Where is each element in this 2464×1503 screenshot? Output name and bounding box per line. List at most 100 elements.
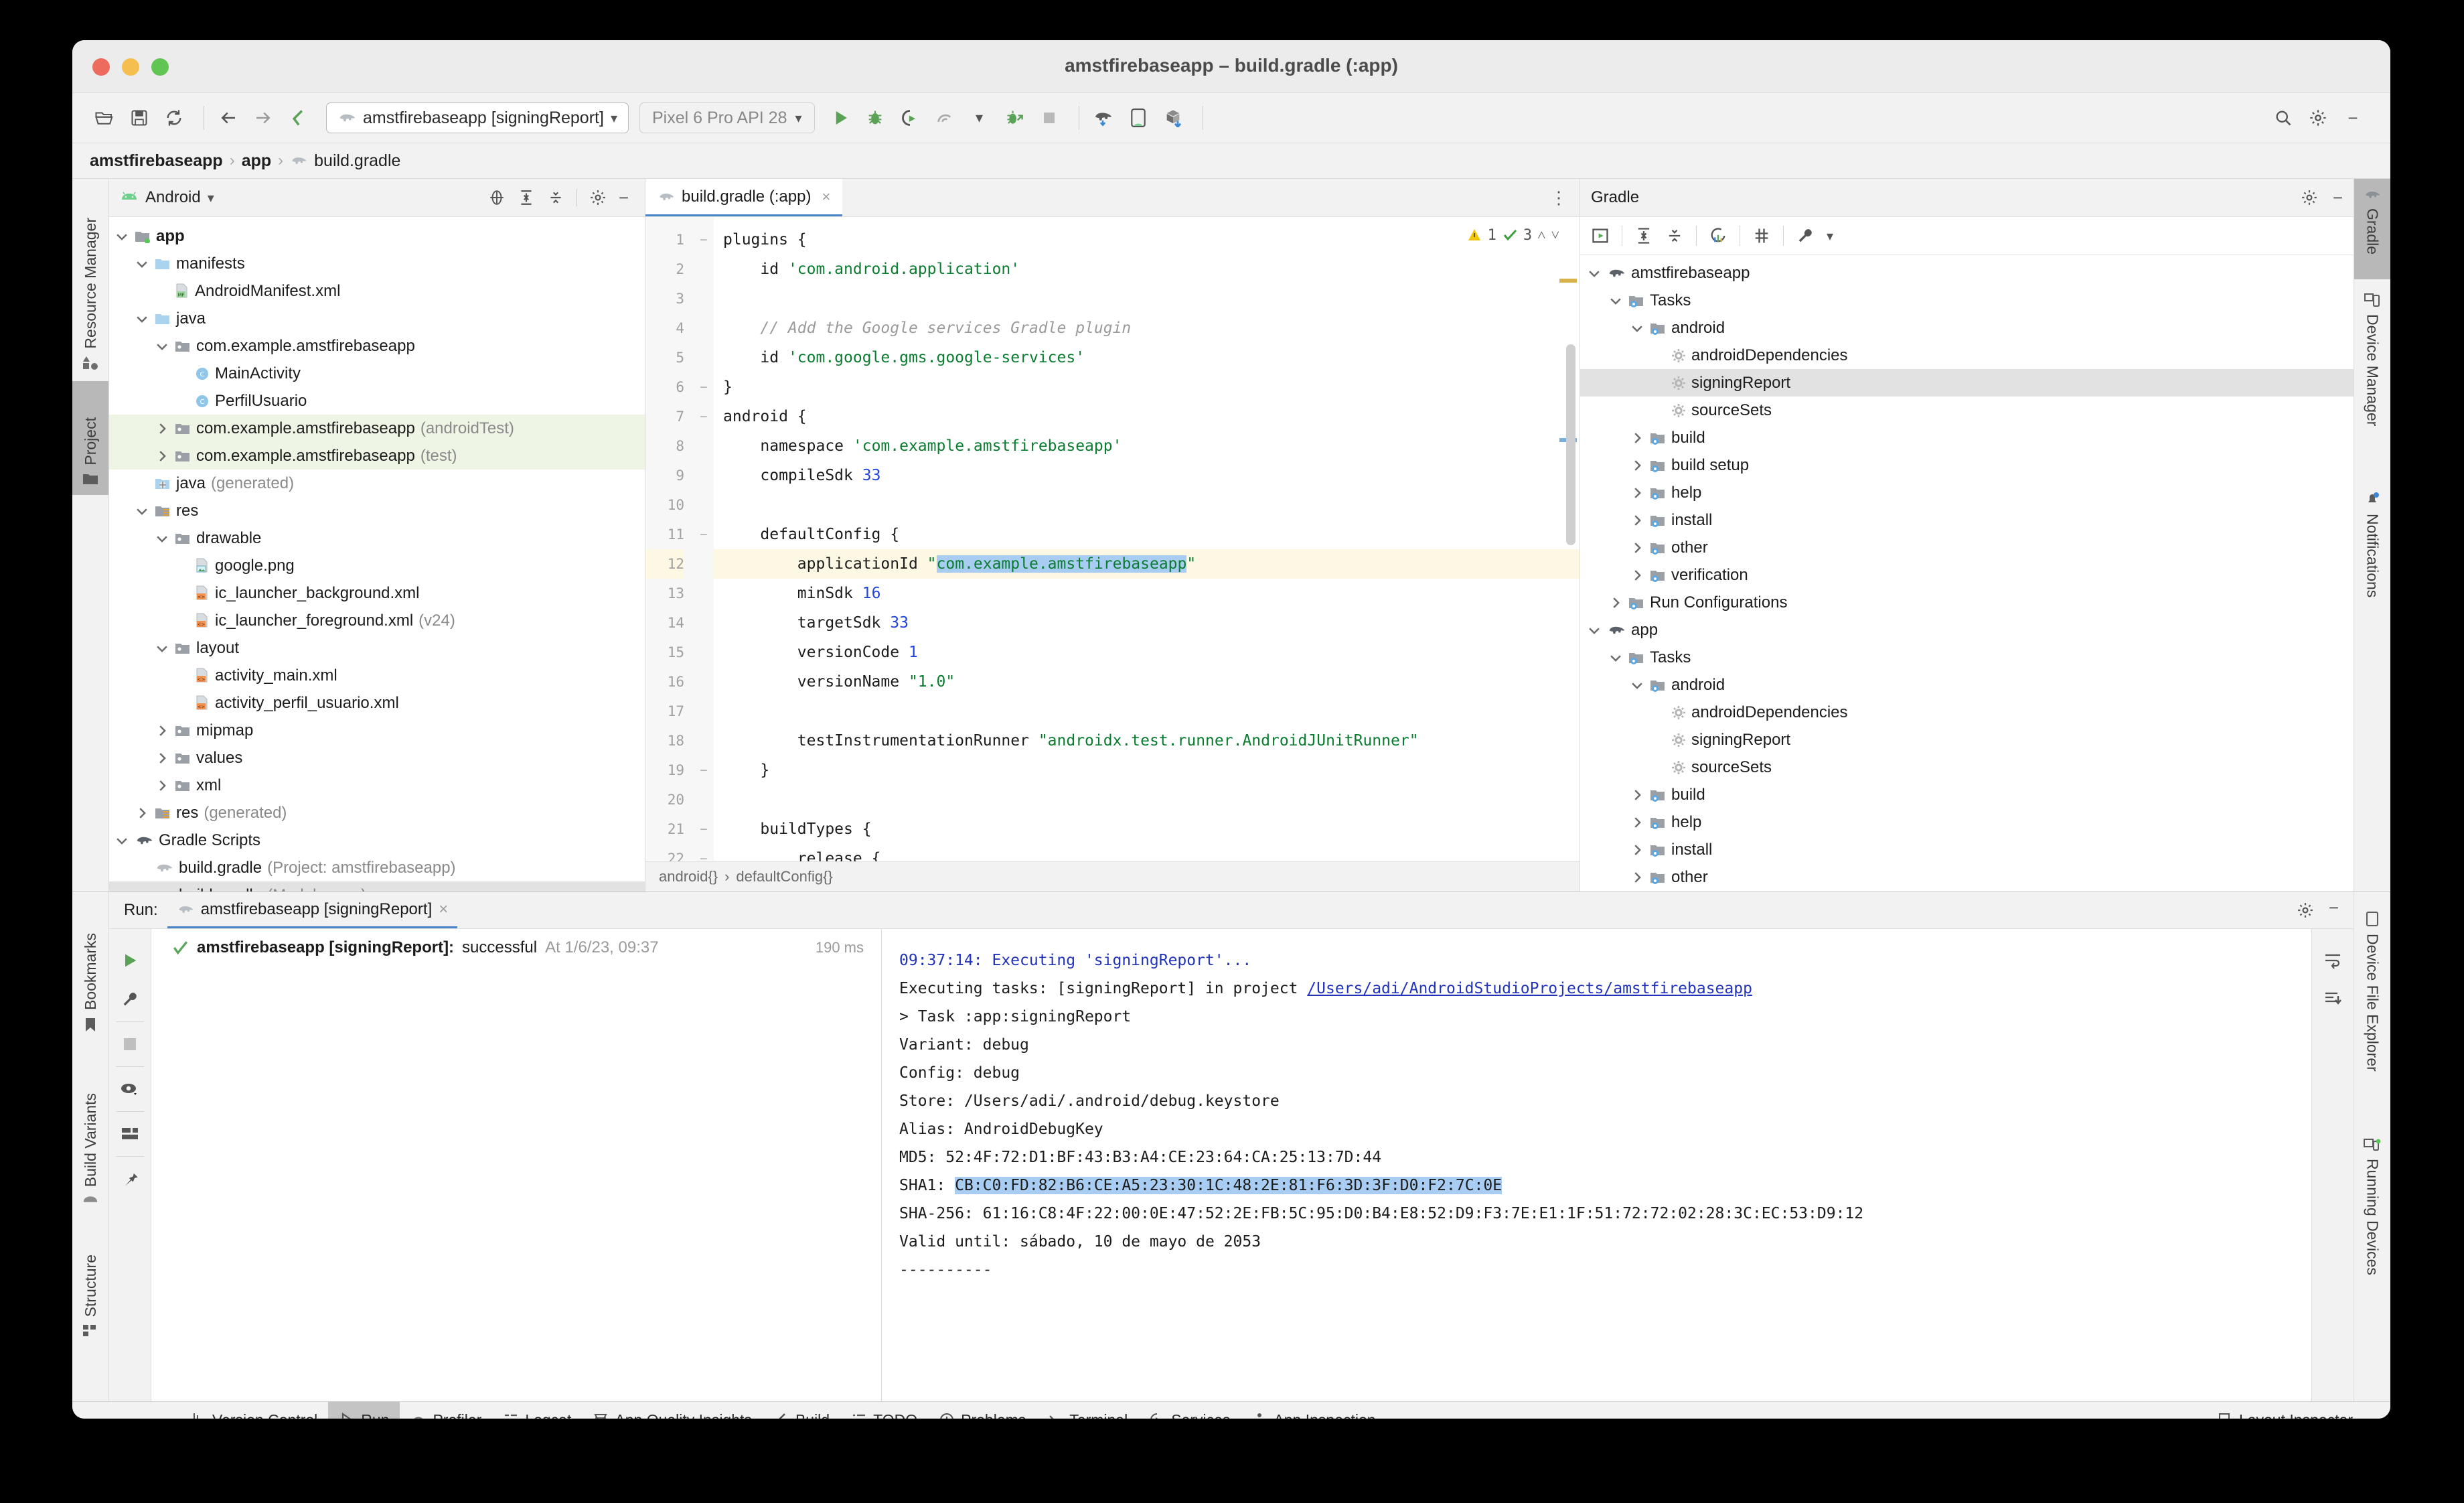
gradle-tree-item[interactable]: sourceSets	[1580, 397, 2354, 424]
attach-debugger-icon[interactable]	[1000, 103, 1029, 133]
code-line[interactable]: applicationId "com.example.amstfirebasea…	[714, 549, 1580, 579]
stop-icon[interactable]	[1034, 103, 1064, 133]
code-line[interactable]: buildTypes {	[714, 814, 1580, 844]
gradle-tree-item[interactable]: install	[1580, 836, 2354, 863]
gradle-task-tree[interactable]: amstfirebaseapp Tasks android androidDepend…	[1580, 255, 2354, 891]
tool-tab-app-quality-insights[interactable]: App Quality Insights	[582, 1402, 763, 1419]
sidebar-item-structure[interactable]: Structure	[72, 1220, 108, 1348]
chevron-right-icon[interactable]	[1630, 513, 1644, 528]
stop-icon[interactable]	[109, 1025, 151, 1064]
save-icon[interactable]	[125, 103, 154, 133]
sidebar-item-device-manager[interactable]: Device Manager	[2354, 283, 2390, 478]
chevron-right-icon[interactable]	[1630, 815, 1644, 830]
wrench-icon[interactable]	[109, 980, 151, 1019]
wrap-text-icon[interactable]	[2312, 941, 2354, 980]
chevron-right-icon[interactable]	[1630, 843, 1644, 857]
gradle-tree-item[interactable]: android	[1580, 314, 2354, 342]
chevron-right-icon[interactable]	[155, 449, 169, 463]
close-icon[interactable]: ×	[439, 900, 448, 919]
tool-tab-run[interactable]: Run	[328, 1402, 400, 1419]
hide-icon[interactable]: −	[619, 189, 629, 206]
code-line[interactable]: targetSdk 33	[714, 608, 1580, 638]
sidebar-item-device-file-explorer[interactable]: Device File Explorer	[2354, 902, 2390, 1123]
gradle-tree-item[interactable]: Tasks	[1580, 287, 2354, 314]
chevron-down-icon[interactable]: ▾	[208, 190, 214, 206]
expand-all-icon[interactable]	[1634, 226, 1653, 245]
run-coverage-icon[interactable]	[895, 103, 925, 133]
execute-gradle-task-icon[interactable]	[1591, 226, 1610, 245]
project-tree-item[interactable]: Gradle Scripts	[109, 827, 645, 854]
build-tools-wrench-icon[interactable]	[1796, 226, 1815, 245]
chevron-down-icon[interactable]	[114, 833, 129, 848]
run-tab[interactable]: amstfirebaseapp [signingReport] ×	[167, 892, 458, 928]
console-selected-text[interactable]: CB:C0:FD:82:B6:CE:A5:23:30:1C:48:2E:81:F…	[955, 1177, 1503, 1194]
chevron-right-icon[interactable]	[155, 751, 169, 766]
rerun-icon[interactable]	[109, 941, 151, 980]
run-result-row[interactable]: amstfirebaseapp [signingReport]: success…	[151, 938, 881, 957]
settings-icon[interactable]	[589, 189, 607, 206]
chevron-down-icon[interactable]: ▾	[1827, 228, 1833, 244]
code-line[interactable]: versionCode 1	[714, 638, 1580, 667]
gradle-tree-item[interactable]: build	[1580, 424, 2354, 451]
fold-toggle-icon[interactable]: −	[694, 402, 714, 431]
breadcrumb-file[interactable]: build.gradle	[314, 151, 400, 171]
profiler-icon[interactable]	[930, 103, 959, 133]
code-line[interactable]: minSdk 16	[714, 579, 1580, 608]
chevron-down-icon[interactable]	[155, 339, 169, 354]
chevron-right-icon[interactable]	[135, 806, 149, 820]
run-icon[interactable]	[826, 103, 855, 133]
back-icon[interactable]	[214, 103, 243, 133]
breadcrumb-project[interactable]: amstfirebaseapp	[90, 151, 223, 171]
structure-crumb-defaultconfig[interactable]: defaultConfig{}	[736, 868, 832, 885]
debug-icon[interactable]	[860, 103, 890, 133]
sync-gradle-icon[interactable]	[1089, 103, 1118, 133]
breadcrumb-module[interactable]: app	[242, 151, 271, 171]
tool-tab-todo[interactable]: TODO	[840, 1402, 928, 1419]
avd-manager-icon[interactable]	[1124, 103, 1153, 133]
code-line[interactable]: }	[714, 372, 1580, 402]
sdk-manager-icon[interactable]	[1158, 103, 1188, 133]
chevron-right-icon[interactable]	[155, 778, 169, 793]
console-output[interactable]: 09:37:14: Executing 'signingReport'... Ex…	[882, 929, 2311, 1401]
gradle-tree-item[interactable]: other	[1580, 863, 2354, 891]
layout-icon[interactable]	[109, 1115, 151, 1153]
editor-scrollbar[interactable]	[1566, 344, 1575, 545]
code-line[interactable]: android {	[714, 402, 1580, 431]
chevron-right-icon[interactable]	[1630, 870, 1644, 885]
gradle-tree-item[interactable]: other	[1580, 534, 2354, 561]
eye-icon[interactable]	[109, 1070, 151, 1108]
project-tree-item[interactable]: com.example.amstfirebaseapp (androidTest)	[109, 415, 645, 442]
chevron-down-icon[interactable]	[1587, 623, 1602, 638]
tool-tab-version-control[interactable]: Version Control	[179, 1402, 328, 1419]
gradle-tree-item[interactable]: help	[1580, 479, 2354, 506]
hide-icon[interactable]: −	[2329, 899, 2339, 919]
project-tree-item[interactable]: com.example.amstfirebaseapp (test)	[109, 442, 645, 470]
project-tree-item[interactable]: drawable	[109, 524, 645, 552]
code-line[interactable]	[714, 490, 1580, 520]
code-line[interactable]: defaultConfig {	[714, 520, 1580, 549]
expand-all-icon[interactable]	[518, 189, 535, 206]
code-line[interactable]: compileSdk 33	[714, 461, 1580, 490]
project-tree-item[interactable]: mipmap	[109, 717, 645, 744]
scroll-to-end-icon[interactable]	[2312, 980, 2354, 1019]
chevron-down-icon[interactable]: ▾	[965, 103, 994, 133]
chevron-down-icon[interactable]	[1630, 678, 1644, 693]
project-tree-item[interactable]: java (generated)	[109, 470, 645, 497]
inspection-widget[interactable]: 1 3 ˄ ˅	[1466, 226, 1559, 244]
open-folder-icon[interactable]	[90, 103, 119, 133]
chevron-down-icon[interactable]	[1630, 321, 1644, 336]
gradle-tree-item[interactable]: signingReport	[1580, 726, 2354, 754]
code-line[interactable]: }	[714, 756, 1580, 785]
project-tree-item[interactable]: C PerfilUsuario	[109, 387, 645, 415]
settings-icon[interactable]	[2301, 189, 2318, 206]
tool-tab-app-inspection[interactable]: App Inspection	[1241, 1402, 1386, 1419]
minimize-icon[interactable]: −	[2338, 103, 2368, 133]
chevron-right-icon[interactable]	[1630, 788, 1644, 802]
code-line[interactable]: plugins {	[714, 225, 1580, 255]
project-tree-item[interactable]: <> ic_launcher_foreground.xml (v24)	[109, 607, 645, 634]
fold-toggle-icon[interactable]: −	[694, 520, 714, 549]
project-tree-item[interactable]: build.gradle (Module :app)	[109, 881, 645, 891]
console-link[interactable]: /Users/adi/AndroidStudioProjects/amstfir…	[1307, 980, 1752, 997]
code-editor[interactable]: 1 2 3 4 5 6 7 8 9 10 11 12 13 14 15 16 17 18 19 20 21 22 − − − −…	[645, 217, 1580, 861]
fold-toggle-icon[interactable]: −	[694, 844, 714, 861]
